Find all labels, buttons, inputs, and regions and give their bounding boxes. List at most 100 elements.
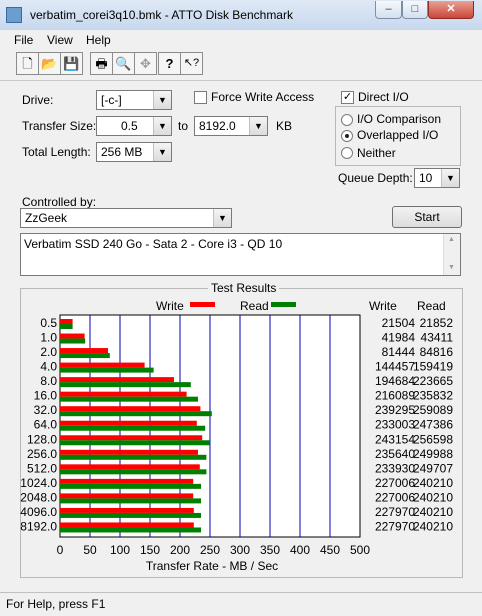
read-bar [60, 367, 154, 373]
read-bar [60, 454, 207, 460]
read-value: 240210 [413, 505, 453, 519]
write-value: 227006 [375, 476, 415, 490]
kb-label: KB [276, 119, 293, 133]
write-value: 216089 [375, 389, 415, 403]
drive-value: [-c-] [101, 93, 122, 107]
write-value: 81444 [382, 345, 416, 359]
write-value: 227970 [375, 505, 415, 519]
write-bar [60, 420, 197, 426]
y-tick-label: 4096.0 [20, 505, 57, 519]
scroll-up-icon[interactable]: ▲ [448, 236, 455, 243]
read-bar [60, 498, 201, 504]
transfer-rate-chart: 0 50 100 150 200 250 300 350 400 450 500 Transfer R… [20, 314, 454, 573]
read-bar [60, 382, 191, 388]
read-bar [60, 425, 206, 431]
x-tick-label: 300 [230, 543, 250, 557]
write-value: 235640 [375, 447, 415, 461]
transfer-to-select[interactable]: 8192.0 ▼ [194, 116, 268, 136]
write-bar [60, 435, 203, 441]
print-preview-icon[interactable]: 🔍 [112, 52, 135, 75]
write-bar [60, 478, 194, 484]
maximize-button[interactable]: □ [402, 1, 428, 19]
force-write-checkbox[interactable] [194, 91, 207, 104]
y-tick-label: 64.0 [34, 418, 58, 432]
total-length-label: Total Length: [22, 145, 91, 159]
read-bar [60, 527, 201, 533]
write-bar [60, 522, 194, 528]
y-tick-label: 32.0 [34, 403, 58, 417]
chevron-down-icon: ▼ [213, 209, 231, 227]
title-bar: verbatim_corei3q10.bmk - ATTO Disk Bench… [0, 0, 482, 31]
read-bar [60, 483, 201, 489]
menu-file[interactable]: File [14, 33, 33, 47]
save-icon[interactable]: 💾 [60, 52, 83, 75]
description-text: Verbatim SSD 240 Go - Sata 2 - Core i3 -… [24, 237, 283, 251]
controlled-by-select[interactable]: ZzGeek ▼ [20, 208, 232, 228]
io-comparison-radio[interactable] [341, 114, 353, 126]
description-scrollbar[interactable]: ▲ ▼ [443, 234, 460, 275]
overlapped-io-radio[interactable] [341, 130, 353, 142]
write-value: 144457 [375, 360, 415, 374]
y-tick-label: 0.5 [40, 316, 57, 330]
to-label: to [178, 119, 189, 133]
write-value: 41984 [382, 331, 416, 345]
read-bar [60, 396, 198, 402]
controlled-by-label: Controlled by: [22, 195, 97, 209]
neither-label: Neither [357, 146, 396, 160]
move-icon[interactable]: ✥ [134, 52, 157, 75]
y-tick-label: 2048.0 [20, 490, 57, 504]
x-axis-label: Transfer Rate - MB / Sec [146, 559, 278, 573]
context-help-icon[interactable]: ↖? [180, 52, 203, 75]
new-icon[interactable]: 🗋 [16, 52, 39, 75]
menu-view[interactable]: View [47, 33, 73, 47]
close-button[interactable]: ✕ [428, 1, 474, 19]
description-textarea[interactable]: Verbatim SSD 240 Go - Sata 2 - Core i3 -… [20, 233, 461, 276]
open-icon[interactable]: 📂 [38, 52, 61, 75]
y-tick-label: 8.0 [40, 374, 57, 388]
test-results-title: Test Results [208, 281, 280, 295]
scroll-down-icon[interactable]: ▼ [448, 264, 455, 271]
total-length-select[interactable]: 256 MB ▼ [96, 142, 172, 162]
y-tick-label: 1024.0 [20, 476, 57, 490]
y-tick-label: 1.0 [40, 331, 57, 345]
read-value: 240210 [413, 476, 453, 490]
window-title: verbatim_corei3q10.bmk - ATTO Disk Bench… [30, 8, 293, 22]
x-tick-label: 450 [320, 543, 340, 557]
minimize-button[interactable]: – [375, 1, 402, 19]
app-icon [6, 7, 22, 23]
toolbar-separator [0, 80, 482, 81]
read-value: 43411 [421, 331, 454, 345]
print-icon[interactable]: 🖶 [90, 52, 113, 75]
write-value: 21504 [382, 316, 416, 330]
queue-depth-value: 10 [419, 171, 433, 185]
chevron-down-icon: ▼ [441, 169, 459, 187]
write-bar [60, 362, 145, 368]
transfer-size-label: Transfer Size: [22, 119, 97, 133]
x-tick-label: 350 [260, 543, 280, 557]
x-tick-label: 150 [140, 543, 160, 557]
direct-io-checkbox[interactable]: ✓ [341, 91, 354, 104]
write-bar [60, 319, 73, 324]
y-tick-label: 512.0 [27, 461, 57, 475]
write-bar [60, 493, 194, 499]
neither-radio[interactable] [341, 147, 353, 159]
write-value: 239295 [375, 403, 415, 417]
x-tick-label: 50 [83, 543, 97, 557]
read-value: 256598 [413, 432, 453, 446]
read-bar [60, 353, 110, 359]
queue-depth-select[interactable]: 10 ▼ [414, 168, 460, 188]
help-icon[interactable]: ? [158, 52, 181, 75]
x-tick-label: 400 [290, 543, 310, 557]
start-button[interactable]: Start [392, 206, 462, 228]
menu-help[interactable]: Help [86, 33, 111, 47]
total-length-value: 256 MB [101, 145, 143, 159]
drive-select[interactable]: [-c-] ▼ [96, 90, 172, 110]
status-bar: For Help, press F1 [0, 592, 482, 616]
transfer-from-select[interactable]: 0.5 ▼ [96, 116, 172, 136]
write-value: 233930 [375, 461, 415, 475]
write-value: 243154 [375, 432, 415, 446]
y-tick-label: 8192.0 [20, 519, 57, 533]
direct-io-label: Direct I/O [358, 90, 409, 104]
read-value: 240210 [413, 490, 453, 504]
status-text: For Help, press F1 [6, 597, 106, 611]
